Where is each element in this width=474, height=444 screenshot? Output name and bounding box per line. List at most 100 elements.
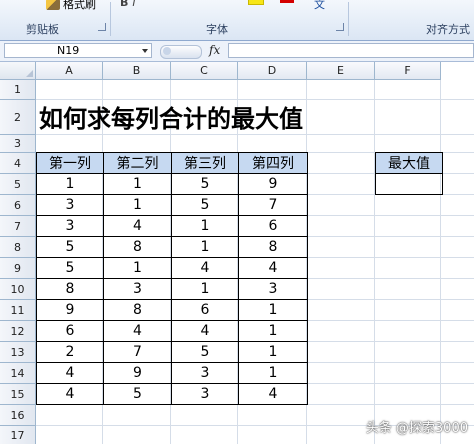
table-cell[interactable]: 1 [238,362,308,384]
column-header-b[interactable]: B [103,62,171,80]
column-header-d[interactable]: D [238,62,307,80]
table-cell[interactable]: 3 [171,362,239,384]
wrap-text-button[interactable]: 文 [314,0,325,12]
table-cell[interactable]: 9 [36,299,104,321]
table-cell[interactable]: 1 [103,257,172,279]
table-row: 4534 [36,383,308,405]
row-header-6[interactable]: 6 [0,195,36,216]
table-cell[interactable]: 4 [238,383,308,405]
table-cell[interactable]: 1 [171,278,239,300]
table-row: 5144 [36,257,308,279]
chevron-down-icon[interactable] [142,49,148,53]
table-cell[interactable]: 4 [171,257,239,279]
font-launcher-icon[interactable] [336,23,344,31]
table-cell[interactable]: 6 [238,215,308,237]
table-cell[interactable]: 1 [103,173,172,195]
table-cell[interactable]: 3 [171,383,239,405]
table-cell[interactable]: 8 [103,299,172,321]
group-label-font: 字体 [206,23,228,36]
table-cell[interactable]: 2 [36,341,104,363]
table-cell[interactable]: 8 [103,236,172,258]
row-header-5[interactable]: 5 [0,174,36,195]
name-box[interactable]: N19 [4,43,152,58]
insert-function-icon[interactable]: fx [209,43,220,57]
format-painter-button[interactable]: 格式刷 [46,0,96,11]
column-header-f[interactable]: F [375,62,441,80]
table-cell[interactable]: 4 [238,257,308,279]
table-header-cell[interactable]: 第二列 [103,152,172,174]
max-value-table[interactable]: 最大值 [375,152,443,195]
max-value-cell[interactable] [375,173,443,195]
table-cell[interactable]: 1 [171,215,239,237]
table-cell[interactable]: 1 [36,173,104,195]
table-cell[interactable]: 5 [171,341,239,363]
row-header-3[interactable]: 3 [0,135,36,153]
spreadsheet-grid[interactable]: ABCDEF 1 2 3 4 5 6 7 8 9 10 11 12 13 14 15 16 17 如何求每列合计… [0,62,474,444]
table-cell[interactable]: 6 [36,320,104,342]
table-row: 9861 [36,299,308,321]
table-cell[interactable]: 8 [238,236,308,258]
bold-button[interactable]: B [120,0,128,9]
row-header-13[interactable]: 13 [0,342,36,363]
table-header-cell[interactable]: 第三列 [171,152,239,174]
table-cell[interactable]: 8 [36,278,104,300]
table-cell[interactable]: 1 [103,194,172,216]
data-table[interactable]: 第一列 第二列 第三列 第四列 115931573416581851448313986… [36,152,308,405]
row-header-12[interactable]: 12 [0,321,36,342]
grid-line [374,80,375,444]
color-buttons [248,0,294,5]
row-header-4[interactable]: 4 [0,153,36,174]
table-cell[interactable]: 1 [238,299,308,321]
table-cell[interactable]: 7 [238,194,308,216]
row-header-15[interactable]: 15 [0,384,36,405]
sheet-title[interactable]: 如何求每列合计的最大值 [39,103,303,134]
table-row: 8313 [36,278,308,300]
row-header-17[interactable]: 17 [0,426,36,444]
table-cell[interactable]: 1 [238,341,308,363]
table-cell[interactable]: 4 [103,320,172,342]
clipboard-launcher-icon[interactable] [98,23,106,31]
row-header-1[interactable]: 1 [0,80,36,100]
table-cell[interactable]: 4 [36,362,104,384]
table-cell[interactable]: 3 [36,215,104,237]
table-cell[interactable]: 4 [171,320,239,342]
table-cell[interactable]: 5 [171,173,239,195]
column-header-c[interactable]: C [171,62,238,80]
table-cell[interactable]: 9 [238,173,308,195]
fill-color-icon[interactable] [248,0,264,5]
max-value-header[interactable]: 最大值 [375,152,443,174]
row-header-7[interactable]: 7 [0,216,36,237]
formula-expand-button[interactable] [160,45,202,59]
table-cell[interactable]: 7 [103,341,172,363]
table-cell[interactable]: 3 [238,278,308,300]
select-all-corner[interactable] [0,62,36,80]
table-header-cell[interactable]: 第四列 [238,152,308,174]
table-cell[interactable]: 1 [171,236,239,258]
font-color-icon[interactable] [280,0,294,3]
column-header-e[interactable]: E [307,62,375,80]
table-header-cell[interactable]: 第一列 [36,152,104,174]
table-cell[interactable]: 5 [171,194,239,216]
row-header-11[interactable]: 11 [0,300,36,321]
row-header-2[interactable]: 2 [0,100,36,135]
table-cell[interactable]: 1 [238,320,308,342]
table-cell[interactable]: 6 [171,299,239,321]
row-header-16[interactable]: 16 [0,405,36,426]
row-header-8[interactable]: 8 [0,237,36,258]
table-cell[interactable]: 5 [103,383,172,405]
table-cell[interactable]: 5 [36,236,104,258]
table-cell[interactable]: 9 [103,362,172,384]
italic-button[interactable]: I [132,0,135,9]
row-header-14[interactable]: 14 [0,363,36,384]
column-header-a[interactable]: A [36,62,103,80]
row-header-9[interactable]: 9 [0,258,36,279]
table-cell[interactable]: 4 [103,215,172,237]
table-cell[interactable]: 3 [103,278,172,300]
table-cell[interactable]: 3 [36,194,104,216]
table-cell[interactable]: 5 [36,257,104,279]
formula-input[interactable] [228,43,474,58]
row-header-10[interactable]: 10 [0,279,36,300]
table-row: 3416 [36,215,308,237]
ribbon-separator [110,2,111,36]
table-cell[interactable]: 4 [36,383,104,405]
